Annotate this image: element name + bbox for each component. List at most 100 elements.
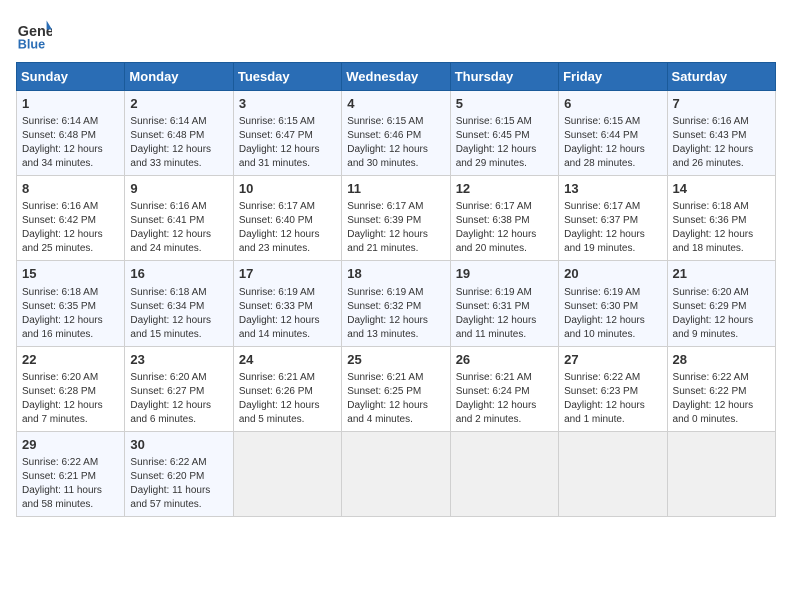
cell-info-line: Daylight: 12 hours <box>130 228 227 242</box>
calendar-cell: 14Sunrise: 6:18 AMSunset: 6:36 PMDayligh… <box>667 176 775 261</box>
cell-info-line: Sunrise: 6:21 AM <box>239 371 336 385</box>
cell-info-line: Sunset: 6:34 PM <box>130 300 227 314</box>
day-number: 7 <box>673 95 770 113</box>
cell-info-line: Sunset: 6:46 PM <box>347 129 444 143</box>
calendar-cell: 26Sunrise: 6:21 AMSunset: 6:24 PMDayligh… <box>450 346 558 431</box>
cell-info-line: Daylight: 12 hours <box>564 314 661 328</box>
calendar-cell: 7Sunrise: 6:16 AMSunset: 6:43 PMDaylight… <box>667 91 775 176</box>
calendar-cell: 1Sunrise: 6:14 AMSunset: 6:48 PMDaylight… <box>17 91 125 176</box>
cell-info-line: Daylight: 12 hours <box>22 143 119 157</box>
calendar-cell: 6Sunrise: 6:15 AMSunset: 6:44 PMDaylight… <box>559 91 667 176</box>
day-number: 22 <box>22 351 119 369</box>
calendar-cell: 11Sunrise: 6:17 AMSunset: 6:39 PMDayligh… <box>342 176 450 261</box>
cell-info-line: Daylight: 12 hours <box>347 228 444 242</box>
calendar-cell <box>233 431 341 516</box>
cell-info-line: and 23 minutes. <box>239 242 336 256</box>
calendar-cell: 13Sunrise: 6:17 AMSunset: 6:37 PMDayligh… <box>559 176 667 261</box>
col-header-sunday: Sunday <box>17 63 125 91</box>
cell-info-line: Sunrise: 6:21 AM <box>347 371 444 385</box>
cell-info-line: Sunrise: 6:18 AM <box>22 286 119 300</box>
cell-info-line: Daylight: 12 hours <box>347 143 444 157</box>
cell-info-line: Sunrise: 6:18 AM <box>673 200 770 214</box>
calendar-cell <box>559 431 667 516</box>
cell-info-line: Sunrise: 6:17 AM <box>347 200 444 214</box>
cell-info-line: and 5 minutes. <box>239 413 336 427</box>
cell-info-line: Sunrise: 6:20 AM <box>22 371 119 385</box>
cell-info-line: and 7 minutes. <box>22 413 119 427</box>
calendar-cell: 27Sunrise: 6:22 AMSunset: 6:23 PMDayligh… <box>559 346 667 431</box>
col-header-thursday: Thursday <box>450 63 558 91</box>
cell-info-line: Sunset: 6:29 PM <box>673 300 770 314</box>
day-number: 23 <box>130 351 227 369</box>
cell-info-line: Daylight: 11 hours <box>130 484 227 498</box>
cell-info-line: Sunset: 6:31 PM <box>456 300 553 314</box>
cell-info-line: Sunrise: 6:18 AM <box>130 286 227 300</box>
day-number: 8 <box>22 180 119 198</box>
calendar-cell: 19Sunrise: 6:19 AMSunset: 6:31 PMDayligh… <box>450 261 558 346</box>
calendar-cell: 25Sunrise: 6:21 AMSunset: 6:25 PMDayligh… <box>342 346 450 431</box>
cell-info-line: Sunrise: 6:16 AM <box>673 115 770 129</box>
calendar-cell: 10Sunrise: 6:17 AMSunset: 6:40 PMDayligh… <box>233 176 341 261</box>
calendar-cell: 8Sunrise: 6:16 AMSunset: 6:42 PMDaylight… <box>17 176 125 261</box>
cell-info-line: Sunset: 6:32 PM <box>347 300 444 314</box>
cell-info-line: Sunrise: 6:15 AM <box>239 115 336 129</box>
cell-info-line: Sunset: 6:28 PM <box>22 385 119 399</box>
cell-info-line: Daylight: 12 hours <box>22 314 119 328</box>
cell-info-line: Sunrise: 6:19 AM <box>456 286 553 300</box>
cell-info-line: Sunset: 6:47 PM <box>239 129 336 143</box>
cell-info-line: and 30 minutes. <box>347 157 444 171</box>
col-header-friday: Friday <box>559 63 667 91</box>
cell-info-line: Sunrise: 6:16 AM <box>130 200 227 214</box>
cell-info-line: Daylight: 12 hours <box>564 399 661 413</box>
cell-info-line: Sunrise: 6:14 AM <box>22 115 119 129</box>
calendar-cell: 28Sunrise: 6:22 AMSunset: 6:22 PMDayligh… <box>667 346 775 431</box>
day-number: 18 <box>347 265 444 283</box>
cell-info-line: Daylight: 12 hours <box>239 143 336 157</box>
cell-info-line: Sunset: 6:20 PM <box>130 470 227 484</box>
cell-info-line: Sunset: 6:26 PM <box>239 385 336 399</box>
cell-info-line: Sunset: 6:22 PM <box>673 385 770 399</box>
cell-info-line: and 29 minutes. <box>456 157 553 171</box>
cell-info-line: and 9 minutes. <box>673 328 770 342</box>
cell-info-line: Sunset: 6:36 PM <box>673 214 770 228</box>
day-number: 24 <box>239 351 336 369</box>
cell-info-line: and 26 minutes. <box>673 157 770 171</box>
cell-info-line: Daylight: 12 hours <box>130 143 227 157</box>
cell-info-line: Daylight: 12 hours <box>564 228 661 242</box>
day-number: 16 <box>130 265 227 283</box>
cell-info-line: Sunrise: 6:19 AM <box>564 286 661 300</box>
calendar-cell: 30Sunrise: 6:22 AMSunset: 6:20 PMDayligh… <box>125 431 233 516</box>
calendar-cell: 9Sunrise: 6:16 AMSunset: 6:41 PMDaylight… <box>125 176 233 261</box>
cell-info-line: and 31 minutes. <box>239 157 336 171</box>
calendar-cell: 16Sunrise: 6:18 AMSunset: 6:34 PMDayligh… <box>125 261 233 346</box>
day-number: 3 <box>239 95 336 113</box>
cell-info-line: and 1 minute. <box>564 413 661 427</box>
cell-info-line: Sunrise: 6:21 AM <box>456 371 553 385</box>
cell-info-line: and 2 minutes. <box>456 413 553 427</box>
day-number: 11 <box>347 180 444 198</box>
cell-info-line: Sunset: 6:24 PM <box>456 385 553 399</box>
cell-info-line: and 10 minutes. <box>564 328 661 342</box>
cell-info-line: Sunrise: 6:19 AM <box>347 286 444 300</box>
cell-info-line: Sunrise: 6:16 AM <box>22 200 119 214</box>
cell-info-line: and 33 minutes. <box>130 157 227 171</box>
cell-info-line: and 18 minutes. <box>673 242 770 256</box>
cell-info-line: Sunrise: 6:15 AM <box>456 115 553 129</box>
calendar-cell: 21Sunrise: 6:20 AMSunset: 6:29 PMDayligh… <box>667 261 775 346</box>
cell-info-line: and 4 minutes. <box>347 413 444 427</box>
cell-info-line: and 11 minutes. <box>456 328 553 342</box>
cell-info-line: Sunrise: 6:22 AM <box>130 456 227 470</box>
cell-info-line: Sunrise: 6:15 AM <box>564 115 661 129</box>
cell-info-line: Sunset: 6:21 PM <box>22 470 119 484</box>
cell-info-line: Sunrise: 6:22 AM <box>22 456 119 470</box>
cell-info-line: Daylight: 12 hours <box>456 143 553 157</box>
cell-info-line: Daylight: 12 hours <box>673 399 770 413</box>
calendar-cell <box>450 431 558 516</box>
cell-info-line: Sunrise: 6:22 AM <box>673 371 770 385</box>
cell-info-line: Sunrise: 6:14 AM <box>130 115 227 129</box>
cell-info-line: Sunset: 6:30 PM <box>564 300 661 314</box>
cell-info-line: and 13 minutes. <box>347 328 444 342</box>
col-header-monday: Monday <box>125 63 233 91</box>
cell-info-line: and 58 minutes. <box>22 498 119 512</box>
cell-info-line: Sunset: 6:38 PM <box>456 214 553 228</box>
